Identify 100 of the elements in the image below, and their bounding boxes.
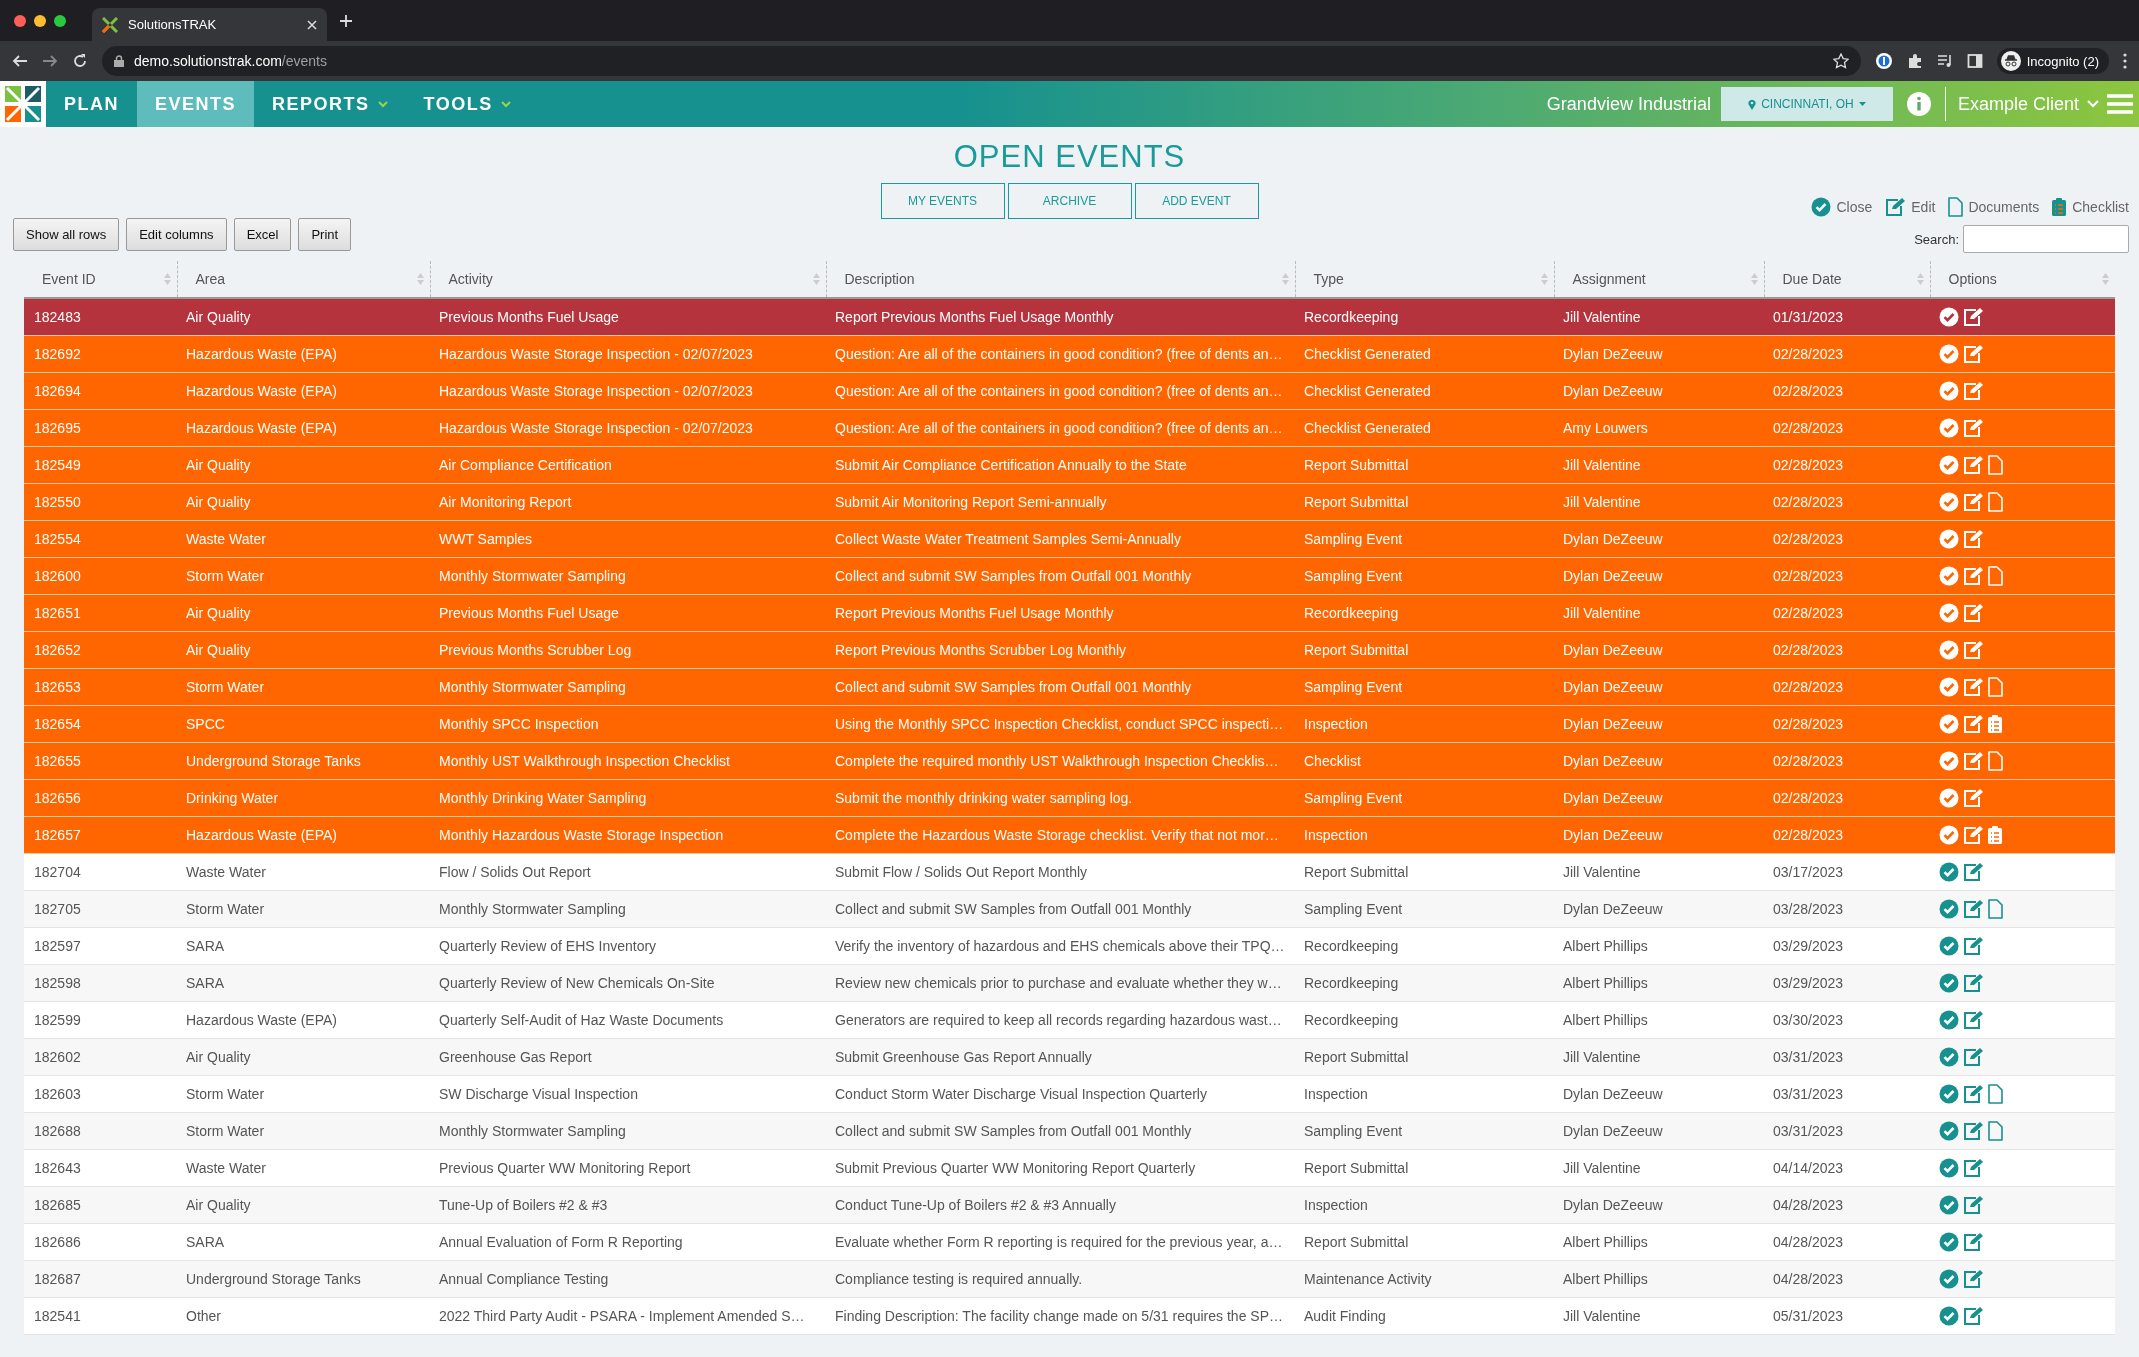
star-icon[interactable] xyxy=(1832,53,1849,69)
document-icon[interactable] xyxy=(1987,1084,2003,1104)
menu-icon[interactable] xyxy=(2107,94,2133,114)
edit-icon[interactable] xyxy=(1962,381,1984,401)
check-circle-icon[interactable] xyxy=(1939,640,1959,660)
check-circle-icon[interactable] xyxy=(1939,1084,1959,1104)
edit-icon[interactable] xyxy=(1962,492,1984,512)
edit-icon[interactable] xyxy=(1962,307,1984,327)
table-row[interactable]: 182704 Waste Water Flow / Solids Out Report Submit Flow / Solids Out Report Monthly Report Submittal Jill Valentine 03/17/2023 xyxy=(24,853,2115,891)
check-circle-icon[interactable] xyxy=(1939,936,1959,956)
edit-icon[interactable] xyxy=(1962,788,1984,808)
edit-icon[interactable] xyxy=(1962,418,1984,438)
table-row[interactable]: 182686 SARA Annual Evaluation of Form R Reporting Evaluate whether Form R reporting is required for the previous year, a… Report Submittal Albert Phillips 04/28/2023 xyxy=(24,1223,2115,1261)
check-circle-icon[interactable] xyxy=(1939,899,1959,919)
table-row[interactable]: 182705 Storm Water Monthly Stormwater Sampling Collect and submit SW Samples from Outfall 001 Monthly Sampling Event Dylan DeZeeuw 03/28/2023 xyxy=(24,890,2115,928)
edit-icon[interactable] xyxy=(1962,1010,1984,1030)
check-circle-icon[interactable] xyxy=(1939,492,1959,512)
table-row[interactable]: 182603 Storm Water SW Discharge Visual Inspection Conduct Storm Water Discharge Visual Inspection Quarterly Inspection Dylan DeZeeuw 03/31/2023 xyxy=(24,1075,2115,1113)
edit-icon[interactable] xyxy=(1962,1269,1984,1289)
check-circle-icon[interactable] xyxy=(1939,714,1959,734)
check-circle-icon[interactable] xyxy=(1939,529,1959,549)
check-circle-icon[interactable] xyxy=(1939,418,1959,438)
edit-icon[interactable] xyxy=(1962,1232,1984,1252)
table-row[interactable]: 182685 Air Quality Tune-Up of Boilers #2 & #3 Conduct Tune-Up of Boilers #2 & #3 Annually Inspection Dylan DeZeeuw 04/28/2023 xyxy=(24,1186,2115,1224)
table-button[interactable]: Show all rows xyxy=(13,218,120,251)
check-circle-icon[interactable] xyxy=(1939,344,1959,364)
table-button[interactable]: Print xyxy=(298,218,352,251)
edit-icon[interactable] xyxy=(1962,603,1984,623)
back-arrow-icon[interactable] xyxy=(12,53,28,69)
table-row[interactable]: 182688 Storm Water Monthly Stormwater Sampling Collect and submit SW Samples from Outfall 001 Monthly Sampling Event Dylan DeZeeuw 03/31/2023 xyxy=(24,1112,2115,1150)
nav-tab[interactable]: REPORTS xyxy=(254,81,406,127)
edit-icon[interactable] xyxy=(1962,344,1984,364)
clipboard-icon[interactable] xyxy=(1987,825,2003,845)
check-circle-icon[interactable] xyxy=(1939,1195,1959,1215)
check-circle-icon[interactable] xyxy=(1939,1047,1959,1067)
edit-icon[interactable] xyxy=(1962,455,1984,475)
minimize-window-dot[interactable] xyxy=(34,14,46,27)
edit-icon[interactable] xyxy=(1962,640,1984,660)
check-circle-icon[interactable] xyxy=(1939,1158,1959,1178)
table-row[interactable]: 182643 Waste Water Previous Quarter WW Monitoring Report Submit Previous Quarter WW Monitoring Report Quarterly Report Submittal Jill Valentine 04/14/2023 xyxy=(24,1149,2115,1187)
address-bar[interactable]: demo.solutionstrak.com/events xyxy=(102,46,1861,76)
table-row[interactable]: 182541 Other 2022 Third Party Audit - PSARA - Implement Amended S… Finding Description: The facility change made on 5/31 requires the SP… Audit Finding Jill Valentine 05/31/2023 xyxy=(24,1297,2115,1335)
edit-icon[interactable] xyxy=(1962,1306,1984,1326)
clipboard-icon[interactable] xyxy=(1987,714,2003,734)
table-row[interactable]: 182602 Air Quality Greenhouse Gas Report Submit Greenhouse Gas Report Annually Report Submittal Jill Valentine 03/31/2023 xyxy=(24,1038,2115,1076)
media-queue-icon[interactable] xyxy=(1936,53,1953,69)
document-icon[interactable] xyxy=(1987,1121,2003,1141)
check-circle-icon[interactable] xyxy=(1939,1121,1959,1141)
check-circle-icon[interactable] xyxy=(1939,973,1959,993)
edit-icon[interactable] xyxy=(1962,1121,1984,1141)
puzzle-piece-icon[interactable] xyxy=(1906,53,1923,69)
document-icon[interactable] xyxy=(1987,899,2003,919)
nav-tab[interactable]: TOOLS xyxy=(405,81,529,127)
new-tab-icon[interactable] xyxy=(339,13,353,28)
incognito-profile-button[interactable]: Incognito (2) xyxy=(1996,48,2109,74)
table-row[interactable]: 182598 SARA Quarterly Review of New Chemicals On-Site Review new chemicals prior to purchase and evaluate whether they w… Recordkeeping Albert Phillips 03/29/2023 xyxy=(24,964,2115,1002)
edit-icon[interactable] xyxy=(1962,936,1984,956)
close-window-dot[interactable] xyxy=(14,14,26,27)
check-circle-icon[interactable] xyxy=(1939,825,1959,845)
check-circle-icon[interactable] xyxy=(1939,566,1959,586)
password-manager-icon[interactable] xyxy=(1874,52,1893,70)
edit-icon[interactable] xyxy=(1962,1158,1984,1178)
edit-icon[interactable] xyxy=(1962,566,1984,586)
more-vertical-icon[interactable] xyxy=(2123,53,2127,69)
edit-icon[interactable] xyxy=(1962,677,1984,697)
side-panel-icon[interactable] xyxy=(1966,53,1983,69)
edit-icon[interactable] xyxy=(1962,751,1984,771)
check-circle-icon[interactable] xyxy=(1939,677,1959,697)
check-circle-icon[interactable] xyxy=(1939,1269,1959,1289)
edit-icon[interactable] xyxy=(1962,862,1984,882)
browser-tab[interactable]: SolutionsTRAK xyxy=(92,8,327,41)
nav-tab[interactable]: PLAN xyxy=(46,81,137,127)
edit-icon[interactable] xyxy=(1962,529,1984,549)
edit-icon[interactable] xyxy=(1962,714,1984,734)
table-row[interactable]: 182483 Air Quality Previous Months Fuel Usage Report Previous Months Fuel Usage Monthly Recordkeeping Jill Valentine 01/31/2023 xyxy=(24,298,2115,336)
table-row[interactable]: 182597 SARA Quarterly Review of EHS Inventory Verify the inventory of hazardous and EHS chemicals above their TPQ… Recordkeeping Albert Phillips 03/29/2023 xyxy=(24,927,2115,965)
table-button[interactable]: Excel xyxy=(233,218,292,251)
table-button[interactable]: Edit columns xyxy=(126,218,227,251)
close-icon[interactable] xyxy=(307,19,317,30)
check-circle-icon[interactable] xyxy=(1939,862,1959,882)
edit-icon[interactable] xyxy=(1962,1047,1984,1067)
edit-icon[interactable] xyxy=(1962,825,1984,845)
edit-icon[interactable] xyxy=(1962,899,1984,919)
edit-icon[interactable] xyxy=(1962,1084,1984,1104)
edit-icon[interactable] xyxy=(1962,973,1984,993)
app-logo-icon[interactable] xyxy=(3,84,43,124)
table-row[interactable]: 182599 Hazardous Waste (EPA) Quarterly Self-Audit of Haz Waste Documents Generators are required to keep all records regarding hazardous wast… Recordkeeping Albert Phillips 03/30/2023 xyxy=(24,1001,2115,1039)
check-circle-icon[interactable] xyxy=(1939,381,1959,401)
reload-icon[interactable] xyxy=(72,53,88,69)
forward-arrow-icon[interactable] xyxy=(42,53,58,69)
check-circle-icon[interactable] xyxy=(1939,1306,1959,1326)
check-circle-icon[interactable] xyxy=(1939,307,1959,327)
check-circle-icon[interactable] xyxy=(1939,751,1959,771)
table-row[interactable]: 182687 Underground Storage Tanks Annual Compliance Testing Compliance testing is required annually. Maintenance Activity Albert Phillips 04/28/2023 xyxy=(24,1260,2115,1298)
check-circle-icon[interactable] xyxy=(1939,455,1959,475)
check-circle-icon[interactable] xyxy=(1939,1010,1959,1030)
check-circle-icon[interactable] xyxy=(1939,788,1959,808)
check-circle-icon[interactable] xyxy=(1939,603,1959,623)
edit-icon[interactable] xyxy=(1962,1195,1984,1215)
maximize-window-dot[interactable] xyxy=(54,14,66,27)
